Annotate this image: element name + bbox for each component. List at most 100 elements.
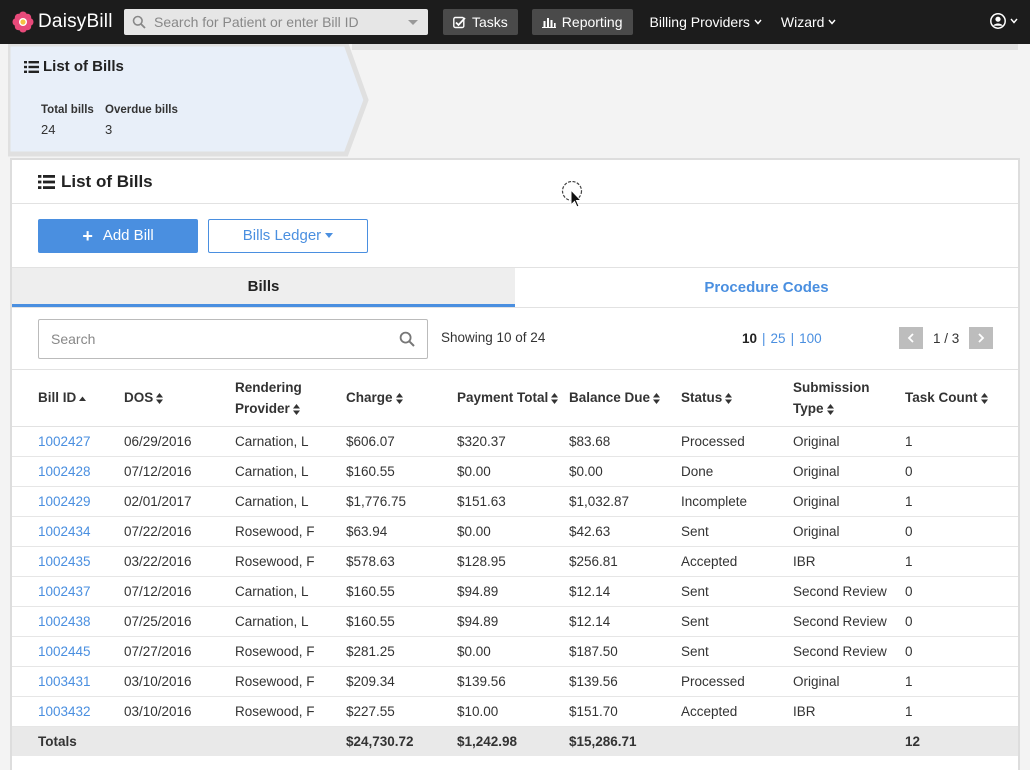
column-header-payment-total[interactable]: Payment Total [457,370,569,427]
search-icon[interactable] [399,331,415,347]
cell-dos: 07/12/2016 [124,576,235,607]
total-task-count: 12 [905,726,1018,756]
page-size-10[interactable]: 10 [742,331,757,346]
column-header-bill-id[interactable]: Bill ID [12,370,124,427]
bill-id-link[interactable]: 1003431 [12,666,124,697]
cell-rendering-provider: Rosewood, F [235,516,346,547]
cell-submission-type: Original [793,666,905,697]
column-header-balance-due[interactable]: Balance Due [569,370,681,427]
bill-id-link[interactable]: 1003432 [12,696,124,727]
bill-id-link[interactable]: 1002434 [12,516,124,547]
bill-id-link[interactable]: 1002428 [12,456,124,487]
overdue-bills-stat: Overdue bills 3 [105,104,178,137]
page-size-100[interactable]: 100 [799,331,822,346]
cell-charge: $160.55 [346,576,457,607]
billing-providers-menu[interactable]: Billing Providers [650,14,762,30]
next-page-button[interactable] [969,327,994,349]
column-header-label: DOS [124,390,154,406]
panel-title: List of Bills [61,171,153,191]
tab-bills[interactable]: Bills [12,268,515,307]
table-row[interactable]: 1002438 07/25/2016 Carnation, L $160.55 $94.… [12,606,1018,637]
add-bill-button[interactable]: + Add Bill [38,218,198,253]
user-menu[interactable] [990,13,1018,29]
tab-procedure-codes[interactable]: Procedure Codes [515,268,1018,307]
total-charge: $24,730.72 [346,726,457,756]
column-header-dos[interactable]: DOS [124,370,235,427]
cell-rendering-provider: Carnation, L [235,576,346,607]
patient-search-input[interactable]: Search for Patient or enter Bill ID [124,9,428,35]
wizard-menu[interactable]: Wizard [781,14,837,30]
tasks-button[interactable]: Tasks [443,9,518,35]
table-row[interactable]: 1002427 06/29/2016 Carnation, L $606.07 $320… [12,426,1018,457]
bills-summary-card: List of Bills Total bills 24 Overdue bil… [8,44,369,158]
table-row[interactable]: 1002434 07/22/2016 Rosewood, F $63.94 $0.00 $… [12,516,1018,547]
sort-icon [551,393,559,405]
table-body: 1002427 06/29/2016 Carnation, L $606.07 $320… [12,426,1018,756]
column-header-charge[interactable]: Charge [346,370,457,427]
cell-status: Done [681,456,793,487]
bills-ledger-label: Bills Ledger [242,227,322,244]
action-bar: + Add Bill Bills Ledger [12,204,1018,268]
cell-payment-total: $0.00 [457,456,569,487]
column-header-label: Charge [346,390,393,406]
cell-rendering-provider: Carnation, L [235,486,346,517]
cell-charge: $63.94 [346,516,457,547]
list-icon [38,174,55,189]
cell-dos: 07/22/2016 [124,516,235,547]
cell-status: Accepted [681,546,793,577]
bill-id-link[interactable]: 1002437 [12,576,124,607]
showing-count: Showing 10 of 24 [441,330,546,345]
cell-payment-total: $94.89 [457,576,569,607]
table-toolbar: Search Showing 10 of 24 10 | 25 | 100 1 … [12,308,1018,370]
page-size-separator: | [790,331,795,346]
bill-id-link[interactable]: 1002445 [12,636,124,667]
sort-icon [980,393,988,405]
pagination: 1 / 3 [899,327,994,349]
page-size-25[interactable]: 25 [771,331,786,346]
cell-submission-type: Second Review [793,576,905,607]
dropdown-caret-icon[interactable] [408,19,418,25]
column-header-status[interactable]: Status [681,370,793,427]
mouse-cursor-icon [561,181,583,208]
cell-status: Incomplete [681,486,793,517]
bills-ledger-button[interactable]: Bills Ledger [208,218,368,253]
bill-id-link[interactable]: 1002427 [12,426,124,457]
reporting-label: Reporting [561,14,623,30]
total-payment-total: $1,242.98 [457,726,569,756]
cell-dos: 07/27/2016 [124,636,235,667]
page-size-selector: 10 | 25 | 100 [742,331,822,346]
cell-dos: 03/22/2016 [124,546,235,577]
table-row[interactable]: 1002429 02/01/2017 Carnation, L $1,776.75 $1… [12,486,1018,517]
cell-balance-due: $12.14 [569,576,681,607]
cell-payment-total: $94.89 [457,606,569,637]
cell-charge: $209.34 [346,666,457,697]
checkbox-icon [453,16,466,28]
column-header-submission-type[interactable]: Submission Type [793,370,905,427]
bill-id-link[interactable]: 1002435 [12,546,124,577]
table-row[interactable]: 1003432 03/10/2016 Rosewood, F $227.55 $10.0… [12,696,1018,727]
bill-id-link[interactable]: 1002438 [12,606,124,637]
chevron-down-icon [828,19,836,25]
table-row[interactable]: 1002428 07/12/2016 Carnation, L $160.55 $0.0… [12,456,1018,487]
prev-page-button[interactable] [899,327,923,349]
cell-submission-type: IBR [793,546,905,577]
bill-id-link[interactable]: 1002429 [12,486,124,517]
table-row[interactable]: 1002445 07/27/2016 Rosewood, F $281.25 $0.00… [12,636,1018,667]
table-row[interactable]: 1002435 03/22/2016 Rosewood, F $578.63 $128.… [12,546,1018,577]
sort-icon [156,393,164,405]
column-header-rendering-provider[interactable]: Rendering Provider [235,370,346,427]
tab-bar: Bills Procedure Codes [12,268,1018,308]
table-row[interactable]: 1002437 07/12/2016 Carnation, L $160.55 $94.… [12,576,1018,607]
cell-rendering-provider: Rosewood, F [235,546,346,577]
cell-rendering-provider: Carnation, L [235,606,346,637]
bills-search-input[interactable]: Search [38,319,428,359]
cell-balance-due: $151.70 [569,696,681,727]
app-logo[interactable]: DaisyBill [12,11,120,33]
reporting-button[interactable]: Reporting [531,9,633,35]
panel-header: List of Bills [12,160,1018,204]
column-header-task-count[interactable]: Task Count [905,370,1018,427]
cell-status: Sent [681,606,793,637]
chevron-down-icon [754,19,762,25]
cell-submission-type: Second Review [793,636,905,667]
table-row[interactable]: 1003431 03/10/2016 Rosewood, F $209.34 $139.… [12,666,1018,697]
